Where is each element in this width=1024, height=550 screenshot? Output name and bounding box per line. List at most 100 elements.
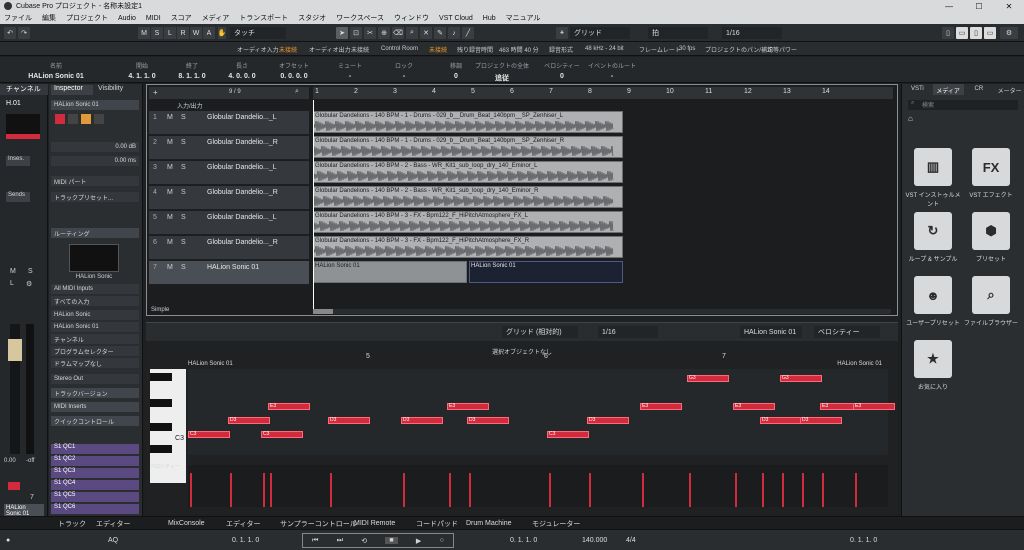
info-field[interactable]: 名前 HALion Sonic 01: [24, 61, 88, 80]
midi-note[interactable]: E3: [447, 403, 489, 410]
drum-map-select[interactable]: ドラムマップなし: [51, 358, 139, 368]
add-track-button[interactable]: +: [153, 88, 158, 97]
right-zone-tab[interactable]: メディア: [932, 84, 964, 95]
play-icon[interactable]: ▶: [416, 537, 421, 545]
routing-section[interactable]: ルーティング: [51, 228, 139, 238]
solo-button-ch[interactable]: S: [28, 268, 33, 275]
media-search-input[interactable]: ⌕ 検索: [908, 100, 1018, 110]
track-search-icon[interactable]: ⌕: [295, 88, 299, 96]
midi-note[interactable]: D3: [328, 417, 370, 424]
split-tool[interactable]: ✂: [364, 27, 376, 39]
quick-control-slot[interactable]: S1 QC1: [51, 444, 139, 454]
grid-value-select[interactable]: 拍: [648, 27, 708, 39]
audio-output-status[interactable]: 未接続: [348, 44, 372, 54]
channel-tab[interactable]: チャンネル: [0, 84, 48, 95]
track-header[interactable]: 6 M S Globular Dandelio..._R: [149, 236, 309, 260]
info-field[interactable]: イベントのルート -: [580, 61, 644, 80]
stop-icon[interactable]: ■: [385, 537, 398, 544]
velocity-bar[interactable]: [782, 473, 784, 507]
midi-note[interactable]: D3: [587, 417, 629, 424]
right-zone-tab[interactable]: CR: [964, 84, 995, 95]
mode-toggle-m[interactable]: M: [138, 27, 150, 39]
zoom-tool[interactable]: ⌕: [406, 27, 418, 39]
audio-event[interactable]: Globular Dandelions - 140 BPM - 3 - FX -…: [313, 211, 623, 233]
midi-note[interactable]: D3: [760, 417, 802, 424]
track-mute-button[interactable]: M: [167, 239, 173, 246]
star-icon[interactable]: ★: [914, 340, 952, 378]
tab-mixconsole[interactable]: MixConsole: [168, 518, 205, 529]
velocity-bar[interactable]: [855, 473, 857, 507]
midi-note[interactable]: C3: [261, 431, 303, 438]
editor-ruler[interactable]: HALion Sonic 01 HALion Sonic 01 5 6 7: [188, 353, 888, 369]
midi-note[interactable]: E3: [733, 403, 775, 410]
lock-button[interactable]: [94, 114, 104, 124]
quick-control-slot[interactable]: S1 QC6: [51, 504, 139, 514]
go-to-start-icon[interactable]: ⏮: [312, 537, 318, 545]
line-tool[interactable]: ╱: [462, 27, 474, 39]
file-browser-icon[interactable]: ⌕: [972, 276, 1010, 314]
listen-button-ch[interactable]: L: [10, 280, 14, 287]
info-field[interactable]: プロジェクトの全体 追従: [470, 61, 534, 83]
signature-display[interactable]: 4/4: [626, 534, 636, 547]
erase-tool[interactable]: ⌫: [392, 27, 404, 39]
midi-note[interactable]: E3: [640, 403, 682, 410]
track-name[interactable]: Globular Dandelio..._L: [207, 114, 277, 121]
mode-toggle-a[interactable]: A: [203, 27, 215, 39]
close-button[interactable]: ✕: [994, 0, 1024, 12]
mute-button-ch[interactable]: M: [10, 268, 16, 275]
minimize-button[interactable]: —: [934, 0, 964, 12]
track-name[interactable]: Globular Dandelio..._R: [207, 239, 278, 246]
velocity-bar[interactable]: [549, 473, 551, 507]
tab-midi-remote[interactable]: MIDI Remote: [354, 518, 395, 529]
track-mute-button[interactable]: M: [167, 189, 173, 196]
tab-inspector[interactable]: Inspector: [51, 85, 93, 95]
pan-law-value[interactable]: 均等パワー: [764, 44, 800, 54]
record-enable-button[interactable]: [55, 114, 65, 124]
velocity-bar[interactable]: [469, 473, 471, 507]
right-zone-tab[interactable]: メーター: [994, 84, 1024, 95]
project-ruler[interactable]: 1 2 3 4 5 6 7 8 9 10 11 12 13 14: [313, 87, 893, 99]
track-name[interactable]: Globular Dandelio..._L: [207, 214, 277, 221]
inspector-track-name[interactable]: HALion Sonic 01: [51, 100, 139, 110]
track-solo-button[interactable]: S: [181, 139, 186, 146]
menu-item-6[interactable]: メディア: [202, 13, 230, 23]
menu-item-1[interactable]: 編集: [42, 13, 56, 23]
preset-icon[interactable]: ⬢: [972, 212, 1010, 250]
tab-chord-pads[interactable]: コードパッド: [416, 518, 458, 529]
menu-item-8[interactable]: スタジオ: [298, 13, 326, 23]
program-selector[interactable]: プログラムセレクター: [51, 346, 139, 356]
layout-right-toggle[interactable]: ▯: [970, 27, 982, 39]
track-solo-button[interactable]: S: [181, 239, 186, 246]
editor-quantize-select[interactable]: 1/16: [598, 326, 658, 338]
menu-item-12[interactable]: Hub: [483, 15, 496, 22]
right-zone-tab[interactable]: VSTi: [902, 84, 933, 95]
quick-control-slot[interactable]: S1 QC2: [51, 456, 139, 466]
fx-icon[interactable]: FX: [972, 148, 1010, 186]
editor-grid-select[interactable]: グリッド (相対的): [502, 326, 578, 338]
menu-item-2[interactable]: プロジェクト: [66, 13, 108, 23]
midi-note[interactable]: E3: [853, 403, 895, 410]
track-name[interactable]: Globular Dandelio..._L: [207, 164, 277, 171]
instrument-thumbnail[interactable]: [69, 244, 119, 272]
velocity-bar[interactable]: [822, 473, 824, 507]
track-solo-button[interactable]: S: [181, 189, 186, 196]
mode-toggle-l[interactable]: L: [164, 27, 176, 39]
grid-type-select[interactable]: グリッド: [570, 27, 630, 39]
tab-tracks[interactable]: トラック: [58, 518, 86, 529]
note-grid[interactable]: C3 E3 D3 C3 D3 D3 E3 D3 C3 D3 E3 G3 E3 D3 G3 D3 E3 E3: [188, 369, 895, 455]
audio-event[interactable]: Globular Dandelions - 140 BPM - 2 - Bass…: [313, 186, 623, 208]
track-header[interactable]: 1 M S Globular Dandelio..._L: [149, 111, 309, 135]
layout-left-toggle[interactable]: ▯: [942, 27, 954, 39]
frame-rate-value[interactable]: 30 fps: [676, 44, 698, 54]
tab-sampler-control[interactable]: サンプラーコントロール: [280, 518, 357, 529]
output-instrument-select[interactable]: HALion Sonic: [51, 310, 139, 320]
layout-transport-toggle[interactable]: ▭: [984, 27, 996, 39]
record-icon[interactable]: ○: [440, 537, 444, 544]
tab-visibility[interactable]: Visibility: [95, 85, 137, 95]
audio-input-status[interactable]: 未接続: [276, 44, 300, 54]
mode-toggle-r[interactable]: R: [177, 27, 189, 39]
track-solo-button[interactable]: S: [181, 114, 186, 121]
delay-row[interactable]: 0.00 ms: [51, 156, 139, 166]
midi-note[interactable]: G3: [780, 375, 822, 382]
rec-mode-button[interactable]: [81, 114, 91, 124]
